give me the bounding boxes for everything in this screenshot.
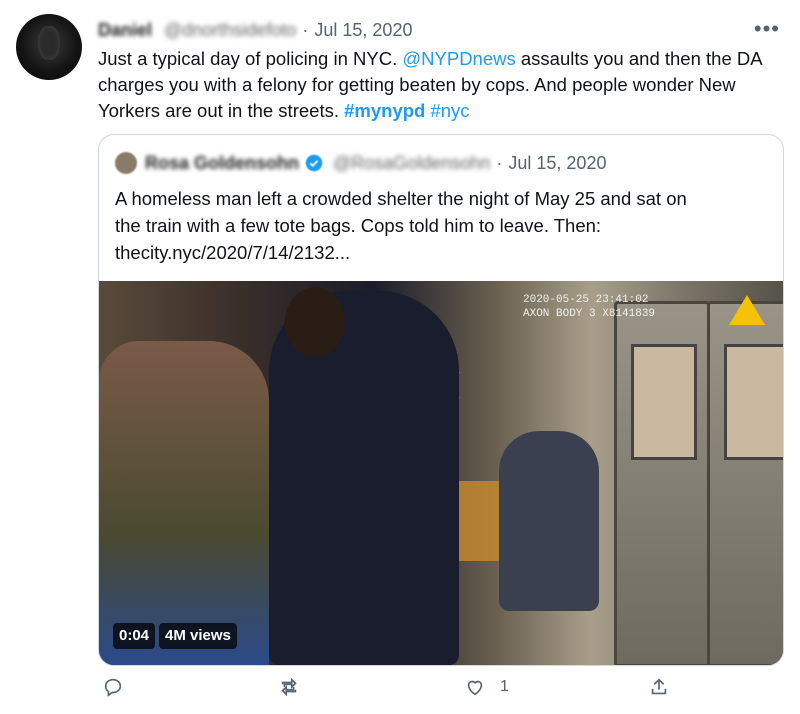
door-window <box>631 344 697 460</box>
author-handle[interactable]: @dnorthsidefoto <box>164 20 296 41</box>
quote-header: Rosa Goldensohn @RosaGoldensohn · Jul 15… <box>115 151 606 175</box>
officer-head <box>285 287 345 357</box>
quote-date[interactable]: Jul 15, 2020 <box>508 153 606 174</box>
separator-dot: · <box>496 152 503 173</box>
quote-text-line: the train with a few tote bags. Cops tol… <box>115 215 602 236</box>
bodycam-timestamp: 2020-05-25 23:41:02 <box>523 294 649 306</box>
warning-triangle-icon <box>729 295 765 325</box>
quote-text-line: A homeless man left a crowded shelter th… <box>115 188 687 209</box>
verified-badge-icon <box>305 154 323 172</box>
person-figure <box>99 341 269 665</box>
tweet-header: Daniel @dnorthsidefoto · Jul 15, 2020 ••… <box>98 16 780 42</box>
author-avatar[interactable] <box>16 14 82 80</box>
action-bar: 1 <box>98 676 678 706</box>
share-icon <box>651 678 667 695</box>
hashtag-link[interactable]: #mynypd <box>344 100 425 121</box>
like-button[interactable]: 1 <box>464 676 509 698</box>
hashtag-link[interactable]: #nyc <box>430 100 469 121</box>
separator-dot: · <box>302 19 309 40</box>
video-player[interactable]: 2020-05-25 23:41:02 AXON BODY 3 X8141839… <box>99 281 783 665</box>
quote-author-name[interactable]: Rosa Goldensohn <box>145 153 299 174</box>
more-options-icon[interactable]: ••• <box>754 16 780 42</box>
quote-author-handle[interactable]: @RosaGoldensohn <box>333 153 490 174</box>
tweet-text: Just a typical day of policing in NYC. @… <box>98 46 788 124</box>
reply-button[interactable] <box>102 676 124 698</box>
quote-text: A homeless man left a crowded shelter th… <box>115 185 755 266</box>
mention-link[interactable]: @NYPDnews <box>402 48 515 69</box>
retweet-button[interactable] <box>278 676 300 698</box>
bodycam-id: AXON BODY 3 X8141839 <box>523 308 656 320</box>
reply-icon <box>104 678 122 697</box>
avatar-face <box>38 26 60 60</box>
like-icon <box>467 680 483 696</box>
text-segment: Just a typical day of policing in NYC. <box>98 48 403 69</box>
door-window <box>724 344 783 460</box>
quote-author-avatar[interactable] <box>115 152 137 174</box>
retweet-icon <box>281 677 297 697</box>
author-name[interactable]: Daniel <box>98 20 152 41</box>
bodycam-stamp: 2020-05-25 23:41:02 AXON BODY 3 X8141839 <box>523 293 655 321</box>
quote-link-text[interactable]: thecity.nyc/2020/7/14/2132... <box>115 239 755 266</box>
train-door <box>707 301 783 665</box>
train-door <box>614 301 710 665</box>
tweet-date[interactable]: Jul 15, 2020 <box>314 20 412 41</box>
quoted-tweet[interactable]: Rosa Goldensohn @RosaGoldensohn · Jul 15… <box>98 134 784 666</box>
share-button[interactable] <box>648 676 670 698</box>
rider-figure <box>499 431 599 611</box>
video-views: 4M views <box>159 623 237 649</box>
video-badges: 0:04 4M views <box>113 623 237 649</box>
like-count: 1 <box>500 678 509 695</box>
video-duration: 0:04 <box>113 623 156 649</box>
